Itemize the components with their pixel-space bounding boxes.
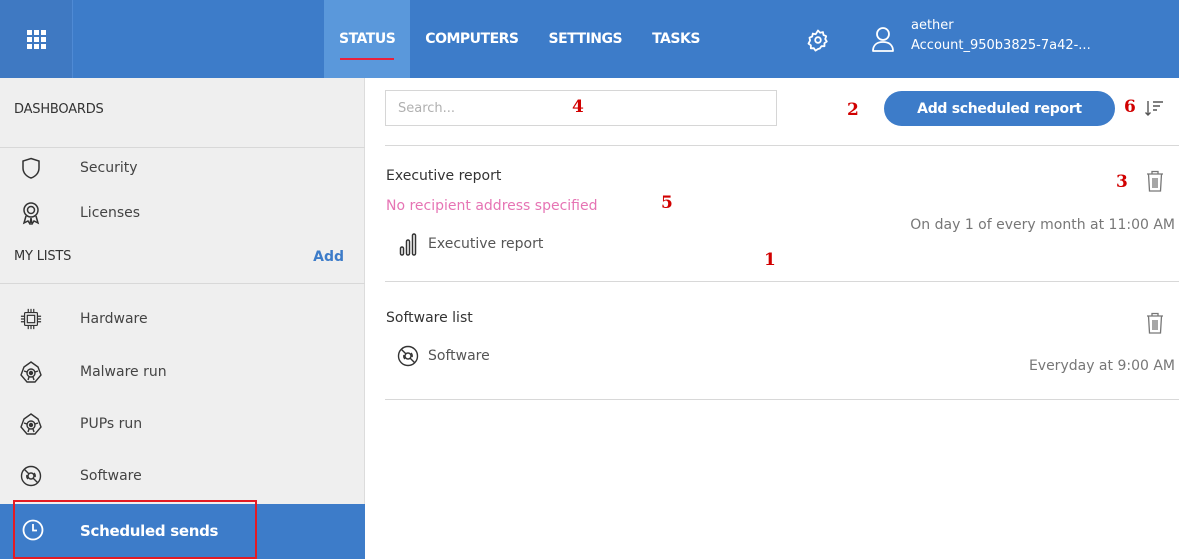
account-info[interactable]: aether Account_950b3825-7a42-... xyxy=(911,16,1161,56)
trash-icon[interactable] xyxy=(1146,312,1164,334)
sidebar-item-label: Software xyxy=(80,468,142,484)
annotation-label: 1 xyxy=(764,250,776,270)
sidebar-item-software[interactable]: Software xyxy=(0,461,365,491)
sidebar-item-pups-run[interactable]: PUPs run xyxy=(0,409,365,439)
sidebar-item-malware-run[interactable]: Malware run xyxy=(0,357,365,387)
add-list-button[interactable]: Add xyxy=(313,249,344,265)
sidebar-item-label: Hardware xyxy=(80,311,148,327)
report-type-label: Executive report xyxy=(428,236,544,252)
sidebar-item-security[interactable]: Security xyxy=(0,153,365,183)
row-divider xyxy=(385,145,1179,146)
annotation-label: 3 xyxy=(1116,172,1128,192)
annotation-label: 2 xyxy=(847,100,859,120)
main-tabs: STATUS COMPUTERS SETTINGS TASKS xyxy=(324,0,715,78)
sidebar-item-label: Licenses xyxy=(80,205,141,221)
annotation-label: 4 xyxy=(572,97,584,117)
malware-icon xyxy=(20,361,42,383)
annotation-label: 6 xyxy=(1124,97,1136,117)
trash-icon[interactable] xyxy=(1146,170,1164,192)
tab-status[interactable]: STATUS xyxy=(324,0,411,78)
report-type: Executive report xyxy=(396,232,543,256)
user-icon[interactable] xyxy=(871,26,895,52)
warning-text: No recipient address specified xyxy=(386,198,598,214)
apps-menu-button[interactable] xyxy=(0,0,73,78)
account-user: aether xyxy=(911,18,954,33)
sidebar-item-hardware[interactable]: Hardware xyxy=(0,304,365,334)
add-scheduled-report-button[interactable]: Add scheduled report xyxy=(884,91,1115,126)
report-title[interactable]: Executive report xyxy=(386,168,501,184)
report-title[interactable]: Software list xyxy=(386,310,473,326)
row-divider xyxy=(385,281,1179,282)
sidebar-item-label: Security xyxy=(80,160,138,176)
account-id: Account_950b3825-7a42-... xyxy=(911,38,1091,53)
sidebar-item-label: Malware run xyxy=(80,364,167,380)
sort-icon[interactable] xyxy=(1144,98,1164,118)
tab-computers[interactable]: COMPUTERS xyxy=(410,0,533,78)
sidebar: DASHBOARDS Security Licenses MY LISTS Ad… xyxy=(0,78,365,559)
tab-settings[interactable]: SETTINGS xyxy=(534,0,638,78)
sidebar-divider xyxy=(0,283,365,284)
highlight-box xyxy=(13,500,257,559)
top-navigation-bar: STATUS COMPUTERS SETTINGS TASKS aether A… xyxy=(0,0,1179,78)
pups-icon xyxy=(20,413,42,435)
gear-icon[interactable] xyxy=(806,28,830,52)
chip-icon xyxy=(20,308,42,330)
sidebar-item-licenses[interactable]: Licenses xyxy=(0,198,365,228)
shield-icon xyxy=(20,157,42,179)
award-icon xyxy=(20,202,42,225)
dashboards-heading: DASHBOARDS xyxy=(14,102,104,117)
my-lists-heading: MY LISTS xyxy=(14,249,72,264)
software-disc-icon xyxy=(396,344,420,368)
schedule-text: Everyday at 9:00 AM xyxy=(1028,358,1175,374)
software-disc-icon xyxy=(20,465,42,487)
report-type-label: Software xyxy=(428,348,490,364)
annotation-label: 5 xyxy=(661,193,673,213)
sidebar-item-label: PUPs run xyxy=(80,416,143,432)
report-type: Software xyxy=(396,344,490,368)
schedule-text: On day 1 of every month at 11:00 AM xyxy=(910,217,1175,233)
tab-tasks[interactable]: TASKS xyxy=(637,0,715,78)
sidebar-divider xyxy=(0,147,365,148)
row-divider xyxy=(385,399,1179,400)
apps-grid-icon xyxy=(26,29,46,49)
bar-chart-icon xyxy=(396,232,420,256)
